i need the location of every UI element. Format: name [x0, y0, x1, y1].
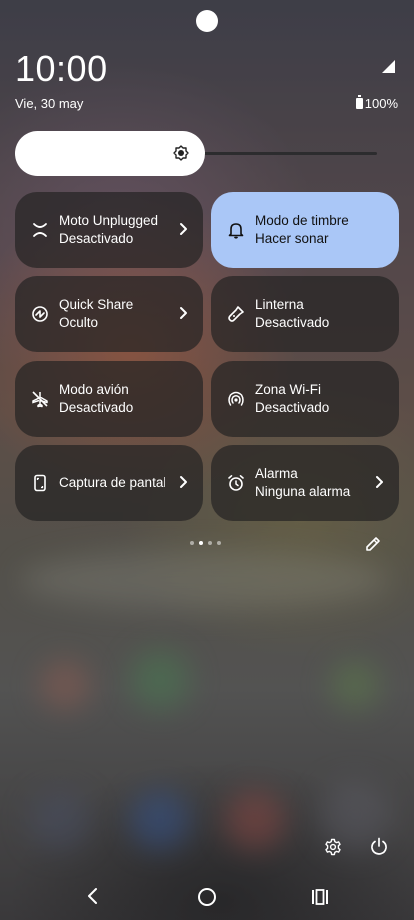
- tile-state: Ninguna alarma: [255, 484, 351, 499]
- tile-label: Zona Wi-Fi: [255, 382, 322, 397]
- battery-icon: [355, 95, 363, 109]
- tile-moto-unplugged[interactable]: Moto Unplugged Desactivado: [15, 192, 203, 268]
- page-dot-current: [199, 541, 203, 545]
- tile-hotspot[interactable]: Zona Wi-Fi Desactivado: [211, 361, 399, 437]
- tile-label: Moto Unplugged: [59, 213, 159, 228]
- page-dot: [190, 541, 194, 545]
- tile-alarm[interactable]: Alarma Ninguna alarma: [211, 445, 399, 521]
- tile-quick-share[interactable]: Quick Share Oculto: [15, 276, 203, 352]
- airplane-off-icon: [30, 389, 50, 409]
- tile-state: Desactivado: [59, 231, 134, 246]
- tile-state: Desactivado: [59, 400, 134, 415]
- nav-home-icon[interactable]: [198, 888, 216, 906]
- tile-screenshot[interactable]: Captura de pantalla: [15, 445, 203, 521]
- screenshot-icon: [30, 473, 50, 493]
- quick-share-icon: [30, 304, 50, 324]
- flashlight-icon: [226, 304, 246, 324]
- front-camera: [196, 10, 218, 32]
- tile-label: Linterna: [255, 297, 304, 312]
- tile-label: Alarma: [255, 466, 298, 481]
- tile-label: Captura de pantalla: [59, 475, 165, 490]
- page-dot: [217, 541, 221, 545]
- brightness-track[interactable]: [196, 152, 377, 155]
- date-label[interactable]: Vie, 30 may: [15, 96, 83, 111]
- chevron-right-icon[interactable]: [179, 475, 189, 489]
- edit-pencil-icon[interactable]: [364, 535, 382, 553]
- chevron-right-icon[interactable]: [179, 222, 189, 236]
- hotspot-icon: [226, 389, 246, 409]
- clock-time[interactable]: 10:00: [15, 48, 108, 90]
- signal-icon: [382, 60, 395, 73]
- power-icon[interactable]: [370, 837, 388, 856]
- tile-ring-mode[interactable]: Modo de timbre Hacer sonar: [211, 192, 399, 268]
- nav-back-icon[interactable]: [86, 887, 100, 905]
- battery-status: 100%: [355, 95, 398, 111]
- tile-state: Desactivado: [255, 315, 330, 330]
- moto-unplugged-icon: [30, 220, 50, 240]
- nav-recent-apps-icon[interactable]: [311, 888, 329, 906]
- alarm-icon: [226, 473, 246, 493]
- bell-icon: [226, 220, 246, 240]
- tile-label: Modo de timbre: [255, 213, 349, 228]
- battery-percent: 100%: [364, 96, 398, 111]
- page-dot: [208, 541, 212, 545]
- chevron-right-icon[interactable]: [375, 475, 385, 489]
- page-indicator[interactable]: [190, 541, 221, 545]
- tile-state: Oculto: [59, 315, 99, 330]
- tile-airplane-mode[interactable]: Modo avión Desactivado: [15, 361, 203, 437]
- tile-state: Hacer sonar: [255, 231, 329, 246]
- chevron-right-icon[interactable]: [179, 306, 189, 320]
- tile-state: Desactivado: [255, 400, 330, 415]
- brightness-icon: [173, 145, 189, 161]
- tile-label: Quick Share: [59, 297, 134, 312]
- tile-flashlight[interactable]: Linterna Desactivado: [211, 276, 399, 352]
- settings-gear-icon[interactable]: [324, 838, 342, 856]
- tile-label: Modo avión: [59, 382, 129, 397]
